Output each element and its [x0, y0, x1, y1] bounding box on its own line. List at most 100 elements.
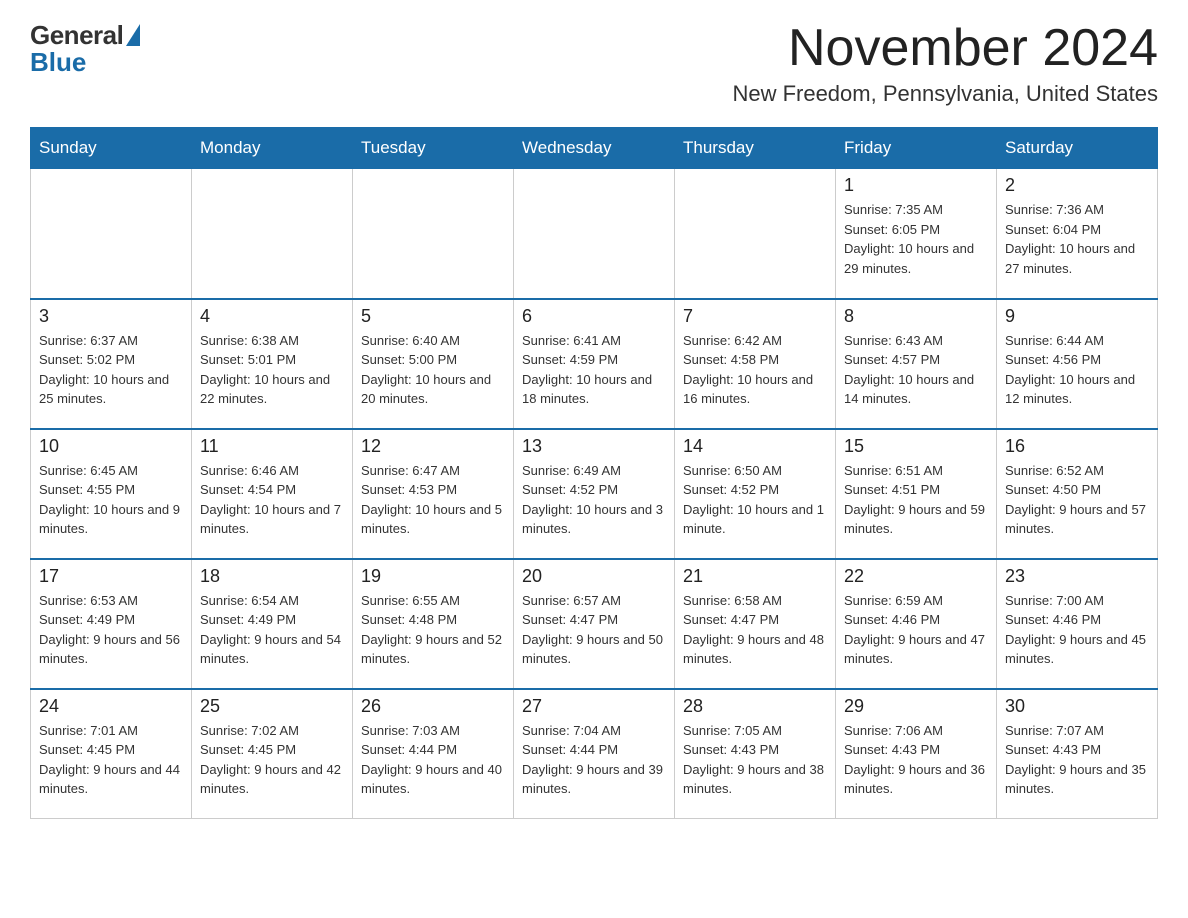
day-info: Sunrise: 6:58 AMSunset: 4:47 PMDaylight:…: [683, 591, 827, 669]
day-info: Sunrise: 6:54 AMSunset: 4:49 PMDaylight:…: [200, 591, 344, 669]
day-number: 17: [39, 566, 183, 587]
day-number: 14: [683, 436, 827, 457]
calendar-cell: 2 Sunrise: 7:36 AMSunset: 6:04 PMDaylight…: [997, 169, 1158, 299]
day-number: 26: [361, 696, 505, 717]
day-number: 2: [1005, 175, 1149, 196]
day-number: 12: [361, 436, 505, 457]
day-info: Sunrise: 7:07 AMSunset: 4:43 PMDaylight:…: [1005, 721, 1149, 799]
calendar-cell: 24 Sunrise: 7:01 AMSunset: 4:45 PMDayligh…: [31, 689, 192, 819]
day-number: 25: [200, 696, 344, 717]
logo-triangle-icon: [126, 24, 140, 46]
day-number: 21: [683, 566, 827, 587]
day-number: 7: [683, 306, 827, 327]
calendar-cell: 12 Sunrise: 6:47 AMSunset: 4:53 PMDayligh…: [353, 429, 514, 559]
day-number: 13: [522, 436, 666, 457]
weekday-header-monday: Monday: [192, 128, 353, 169]
calendar-cell: 7 Sunrise: 6:42 AMSunset: 4:58 PMDaylight…: [675, 299, 836, 429]
day-number: 1: [844, 175, 988, 196]
calendar-cell: [514, 169, 675, 299]
day-info: Sunrise: 6:53 AMSunset: 4:49 PMDaylight:…: [39, 591, 183, 669]
calendar-cell: [192, 169, 353, 299]
day-number: 27: [522, 696, 666, 717]
day-number: 15: [844, 436, 988, 457]
day-number: 18: [200, 566, 344, 587]
day-number: 6: [522, 306, 666, 327]
calendar-cell: 29 Sunrise: 7:06 AMSunset: 4:43 PMDayligh…: [836, 689, 997, 819]
day-number: 22: [844, 566, 988, 587]
day-info: Sunrise: 7:01 AMSunset: 4:45 PMDaylight:…: [39, 721, 183, 799]
calendar-cell: 15 Sunrise: 6:51 AMSunset: 4:51 PMDayligh…: [836, 429, 997, 559]
day-info: Sunrise: 6:43 AMSunset: 4:57 PMDaylight:…: [844, 331, 988, 409]
day-number: 29: [844, 696, 988, 717]
calendar-cell: [353, 169, 514, 299]
calendar-week-row: 1Sunrise: 7:35 AMSunset: 6:05 PMDaylight…: [31, 169, 1158, 299]
logo-blue-text: Blue: [30, 47, 86, 78]
calendar-cell: 6 Sunrise: 6:41 AMSunset: 4:59 PMDaylight…: [514, 299, 675, 429]
weekday-header-tuesday: Tuesday: [353, 128, 514, 169]
calendar-cell: 11 Sunrise: 6:46 AMSunset: 4:54 PMDayligh…: [192, 429, 353, 559]
logo: General Blue: [30, 20, 140, 78]
calendar-cell: 14 Sunrise: 6:50 AMSunset: 4:52 PMDayligh…: [675, 429, 836, 559]
calendar-cell: 5Sunrise: 6:40 AMSunset: 5:00 PMDaylight…: [353, 299, 514, 429]
calendar-cell: 23Sunrise: 7:00 AMSunset: 4:46 PMDayligh…: [997, 559, 1158, 689]
day-info: Sunrise: 6:57 AMSunset: 4:47 PMDaylight:…: [522, 591, 666, 669]
calendar-cell: 17 Sunrise: 6:53 AMSunset: 4:49 PMDayligh…: [31, 559, 192, 689]
calendar-cell: [31, 169, 192, 299]
location-title: New Freedom, Pennsylvania, United States: [732, 81, 1158, 107]
calendar-cell: 25 Sunrise: 7:02 AMSunset: 4:45 PMDayligh…: [192, 689, 353, 819]
calendar-cell: [675, 169, 836, 299]
day-info: Sunrise: 6:44 AMSunset: 4:56 PMDaylight:…: [1005, 331, 1149, 409]
day-info: Sunrise: 6:42 AMSunset: 4:58 PMDaylight:…: [683, 331, 827, 409]
day-info: Sunrise: 7:36 AMSunset: 6:04 PMDaylight:…: [1005, 200, 1149, 278]
calendar-cell: 26Sunrise: 7:03 AMSunset: 4:44 PMDayligh…: [353, 689, 514, 819]
day-number: 16: [1005, 436, 1149, 457]
calendar-cell: 19Sunrise: 6:55 AMSunset: 4:48 PMDayligh…: [353, 559, 514, 689]
day-info: Sunrise: 6:37 AMSunset: 5:02 PMDaylight:…: [39, 331, 183, 409]
calendar-week-row: 3 Sunrise: 6:37 AMSunset: 5:02 PMDaylight…: [31, 299, 1158, 429]
calendar-cell: 10 Sunrise: 6:45 AMSunset: 4:55 PMDayligh…: [31, 429, 192, 559]
day-number: 10: [39, 436, 183, 457]
day-info: Sunrise: 6:51 AMSunset: 4:51 PMDaylight:…: [844, 461, 988, 539]
day-info: Sunrise: 6:46 AMSunset: 4:54 PMDaylight:…: [200, 461, 344, 539]
day-number: 8: [844, 306, 988, 327]
day-info: Sunrise: 6:49 AMSunset: 4:52 PMDaylight:…: [522, 461, 666, 539]
day-number: 24: [39, 696, 183, 717]
day-info: Sunrise: 6:47 AMSunset: 4:53 PMDaylight:…: [361, 461, 505, 539]
calendar-cell: 9Sunrise: 6:44 AMSunset: 4:56 PMDaylight…: [997, 299, 1158, 429]
day-info: Sunrise: 6:52 AMSunset: 4:50 PMDaylight:…: [1005, 461, 1149, 539]
calendar-cell: 30 Sunrise: 7:07 AMSunset: 4:43 PMDayligh…: [997, 689, 1158, 819]
day-number: 4: [200, 306, 344, 327]
day-number: 3: [39, 306, 183, 327]
month-title: November 2024: [732, 20, 1158, 77]
day-number: 5: [361, 306, 505, 327]
calendar-table: SundayMondayTuesdayWednesdayThursdayFrid…: [30, 127, 1158, 819]
day-info: Sunrise: 7:06 AMSunset: 4:43 PMDaylight:…: [844, 721, 988, 799]
day-info: Sunrise: 6:45 AMSunset: 4:55 PMDaylight:…: [39, 461, 183, 539]
calendar-cell: 20Sunrise: 6:57 AMSunset: 4:47 PMDayligh…: [514, 559, 675, 689]
calendar-cell: 8 Sunrise: 6:43 AMSunset: 4:57 PMDaylight…: [836, 299, 997, 429]
day-info: Sunrise: 6:50 AMSunset: 4:52 PMDaylight:…: [683, 461, 827, 539]
day-info: Sunrise: 7:05 AMSunset: 4:43 PMDaylight:…: [683, 721, 827, 799]
calendar-cell: 16 Sunrise: 6:52 AMSunset: 4:50 PMDayligh…: [997, 429, 1158, 559]
weekday-header-friday: Friday: [836, 128, 997, 169]
title-area: November 2024 New Freedom, Pennsylvania,…: [732, 20, 1158, 107]
day-number: 30: [1005, 696, 1149, 717]
calendar-cell: 22Sunrise: 6:59 AMSunset: 4:46 PMDayligh…: [836, 559, 997, 689]
weekday-header-row: SundayMondayTuesdayWednesdayThursdayFrid…: [31, 128, 1158, 169]
weekday-header-wednesday: Wednesday: [514, 128, 675, 169]
calendar-week-row: 10 Sunrise: 6:45 AMSunset: 4:55 PMDayligh…: [31, 429, 1158, 559]
calendar-cell: 3 Sunrise: 6:37 AMSunset: 5:02 PMDaylight…: [31, 299, 192, 429]
calendar-cell: 27Sunrise: 7:04 AMSunset: 4:44 PMDayligh…: [514, 689, 675, 819]
day-info: Sunrise: 7:02 AMSunset: 4:45 PMDaylight:…: [200, 721, 344, 799]
weekday-header-sunday: Sunday: [31, 128, 192, 169]
day-number: 11: [200, 436, 344, 457]
weekday-header-saturday: Saturday: [997, 128, 1158, 169]
calendar-cell: 4 Sunrise: 6:38 AMSunset: 5:01 PMDaylight…: [192, 299, 353, 429]
day-info: Sunrise: 6:41 AMSunset: 4:59 PMDaylight:…: [522, 331, 666, 409]
page-header: General Blue November 2024 New Freedom, …: [30, 20, 1158, 107]
weekday-header-thursday: Thursday: [675, 128, 836, 169]
day-info: Sunrise: 6:55 AMSunset: 4:48 PMDaylight:…: [361, 591, 505, 669]
day-info: Sunrise: 6:38 AMSunset: 5:01 PMDaylight:…: [200, 331, 344, 409]
calendar-cell: 18 Sunrise: 6:54 AMSunset: 4:49 PMDayligh…: [192, 559, 353, 689]
calendar-cell: 21 Sunrise: 6:58 AMSunset: 4:47 PMDayligh…: [675, 559, 836, 689]
